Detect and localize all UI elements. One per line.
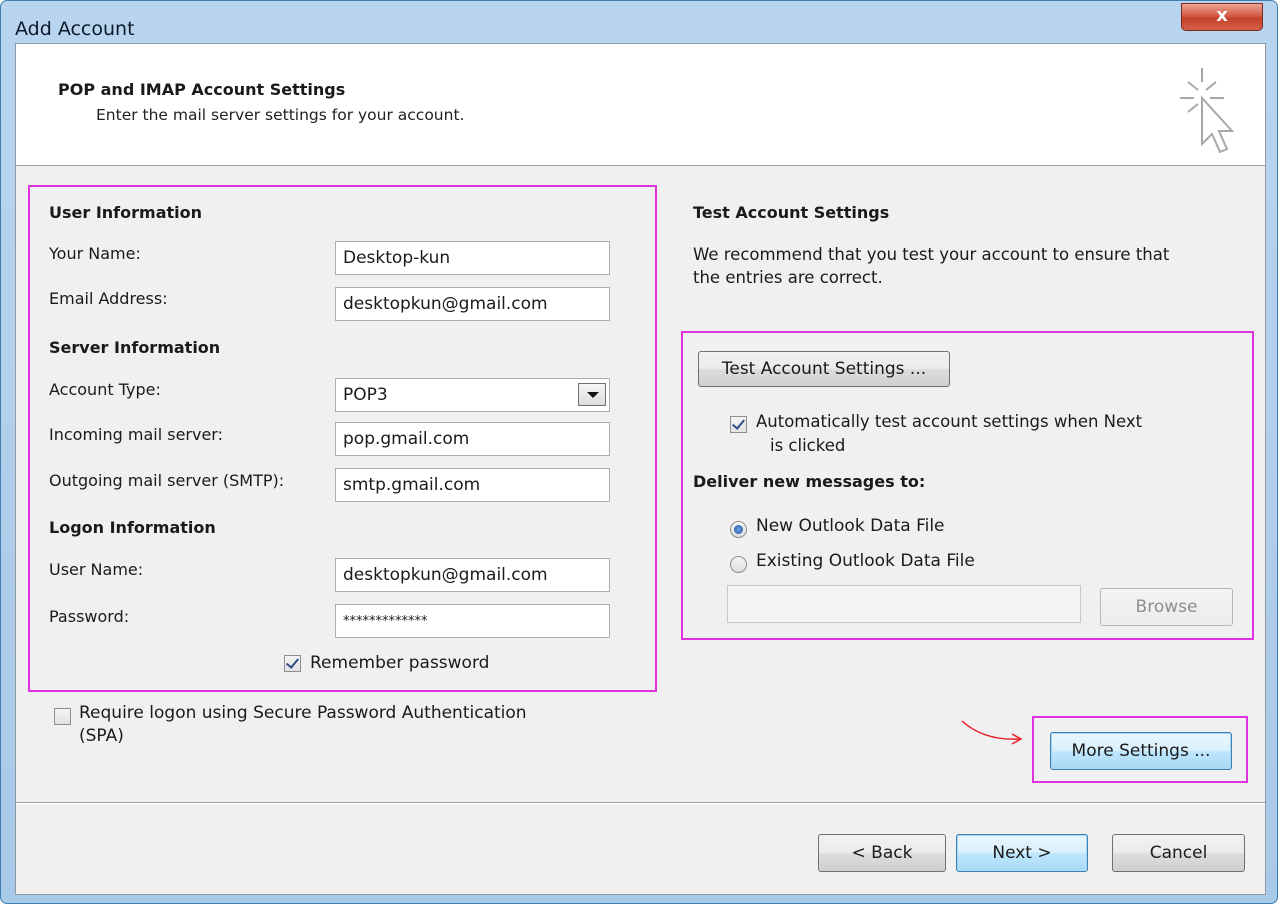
- incoming-server-input[interactable]: pop.gmail.com: [335, 422, 610, 456]
- logon-info-heading: Logon Information: [49, 518, 216, 537]
- incoming-server-label: Incoming mail server:: [49, 425, 223, 444]
- password-label: Password:: [49, 607, 130, 626]
- test-settings-heading: Test Account Settings: [693, 203, 890, 222]
- title-bar: Add Account x: [1, 1, 1277, 43]
- spa-checkbox[interactable]: [54, 708, 71, 725]
- password-input[interactable]: *************: [335, 604, 610, 638]
- page-subtitle: Enter the mail server settings for your …: [96, 106, 465, 124]
- add-account-window: Add Account x POP and IMAP Account Setti…: [0, 0, 1278, 904]
- your-name-input[interactable]: Desktop-kun: [335, 241, 610, 275]
- test-account-settings-button[interactable]: Test Account Settings ...: [698, 351, 950, 387]
- new-data-file-radio[interactable]: [730, 521, 747, 538]
- window-title: Add Account: [15, 18, 135, 40]
- existing-data-file-label[interactable]: Existing Outlook Data File: [756, 551, 975, 571]
- chevron-down-icon[interactable]: [578, 383, 606, 406]
- next-button[interactable]: Next >: [956, 834, 1088, 872]
- user-name-label: User Name:: [49, 560, 144, 579]
- new-data-file-label[interactable]: New Outlook Data File: [756, 516, 945, 536]
- deliver-heading: Deliver new messages to:: [693, 472, 926, 491]
- existing-data-file-radio[interactable]: [730, 556, 747, 573]
- auto-test-checkbox[interactable]: [730, 416, 747, 433]
- account-type-value: POP3: [343, 385, 388, 405]
- spa-label-line1[interactable]: Require logon using Secure Password Auth…: [79, 703, 527, 723]
- test-description-line1: We recommend that you test your account …: [693, 245, 1170, 264]
- data-file-path-input[interactable]: [727, 585, 1081, 623]
- close-button[interactable]: x: [1181, 3, 1263, 31]
- close-icon: x: [1216, 5, 1228, 26]
- spa-label-line2[interactable]: (SPA): [79, 726, 124, 746]
- footer-divider: [16, 802, 1265, 804]
- header-panel: POP and IMAP Account Settings Enter the …: [16, 44, 1265, 166]
- test-description-line2: the entries are correct.: [693, 268, 883, 287]
- server-info-heading: Server Information: [49, 338, 221, 357]
- account-type-label: Account Type:: [49, 380, 161, 399]
- more-settings-button[interactable]: More Settings ...: [1050, 732, 1232, 770]
- your-name-label: Your Name:: [49, 244, 141, 263]
- wizard-cursor-icon: [1180, 68, 1235, 154]
- browse-button[interactable]: Browse: [1100, 588, 1233, 626]
- auto-test-label-line2[interactable]: is clicked: [770, 436, 845, 455]
- remember-password-checkbox[interactable]: [284, 655, 301, 672]
- outgoing-server-input[interactable]: smtp.gmail.com: [335, 468, 610, 502]
- user-info-heading: User Information: [49, 203, 202, 222]
- dialog-body: POP and IMAP Account Settings Enter the …: [15, 43, 1266, 895]
- arrow-pointer-icon: [961, 720, 1023, 745]
- account-type-select[interactable]: POP3: [335, 378, 610, 412]
- cancel-button[interactable]: Cancel: [1112, 834, 1245, 872]
- email-address-input[interactable]: desktopkun@gmail.com: [335, 287, 610, 321]
- back-button[interactable]: < Back: [818, 834, 946, 872]
- user-name-input[interactable]: desktopkun@gmail.com: [335, 558, 610, 592]
- email-address-label: Email Address:: [49, 289, 168, 308]
- remember-password-label[interactable]: Remember password: [310, 653, 489, 673]
- auto-test-label-line1[interactable]: Automatically test account settings when…: [756, 412, 1142, 431]
- outgoing-server-label: Outgoing mail server (SMTP):: [49, 471, 285, 490]
- page-title: POP and IMAP Account Settings: [58, 80, 346, 99]
